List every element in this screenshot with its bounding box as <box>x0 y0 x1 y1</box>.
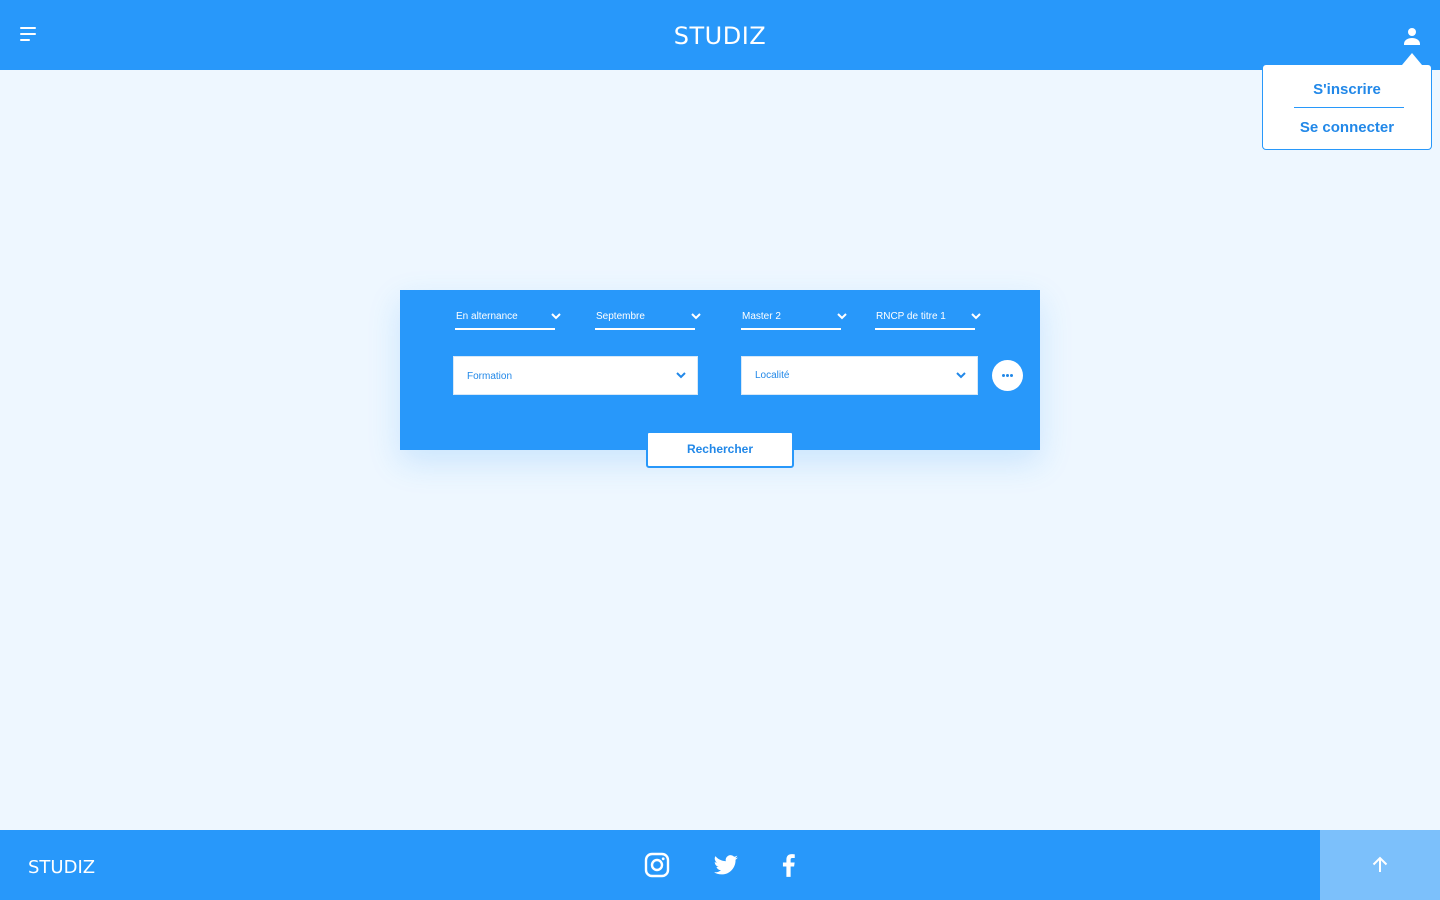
chevron-down-icon <box>971 313 981 320</box>
signup-link[interactable]: S'inscrire <box>1263 81 1431 98</box>
search-panel: En alternance Septembre Master 2 RNCP de… <box>400 290 1040 450</box>
site-logo[interactable]: STUDIZ <box>0 22 1440 50</box>
formation-select[interactable]: Formation <box>453 356 698 395</box>
twitter-icon[interactable] <box>713 852 739 878</box>
user-icon[interactable] <box>1400 24 1424 48</box>
location-select[interactable]: Localité <box>741 356 978 395</box>
chevron-down-icon <box>551 313 561 320</box>
filter-label: En alternance <box>456 311 518 322</box>
filter-label: RNCP de titre 1 <box>876 311 946 322</box>
footer: STUDIZ <box>0 830 1440 900</box>
filter-label: Septembre <box>596 311 645 322</box>
top-bar: STUDIZ <box>0 0 1440 70</box>
instagram-icon[interactable] <box>644 852 670 878</box>
chevron-down-icon <box>837 313 847 320</box>
search-button[interactable]: Rechercher <box>646 431 794 468</box>
filter-rncp-title[interactable]: RNCP de titre 1 <box>875 308 981 330</box>
filter-degree-level[interactable]: Master 2 <box>741 308 847 330</box>
filter-contract-type[interactable]: En alternance <box>455 308 561 330</box>
account-dropdown: S'inscrire Se connecter <box>1262 64 1432 150</box>
back-to-top-button[interactable] <box>1320 830 1440 900</box>
chevron-down-icon <box>956 372 966 379</box>
filter-start-month[interactable]: Septembre <box>595 308 701 330</box>
filter-label: Master 2 <box>742 311 781 322</box>
formation-label: Formation <box>467 371 513 382</box>
facebook-icon[interactable] <box>776 852 802 878</box>
arrow-up-icon <box>1372 856 1388 872</box>
dropdown-pointer <box>1402 53 1422 65</box>
more-dots-icon <box>1002 374 1005 377</box>
chevron-down-icon <box>676 372 686 379</box>
location-label: Localité <box>755 370 790 381</box>
footer-logo[interactable]: STUDIZ <box>28 857 95 878</box>
more-options-button[interactable] <box>992 360 1023 391</box>
dropdown-divider <box>1294 107 1404 108</box>
chevron-down-icon <box>691 313 701 320</box>
login-link[interactable]: Se connecter <box>1263 119 1431 136</box>
more-dot <box>1006 374 1009 377</box>
more-dot <box>1010 374 1013 377</box>
